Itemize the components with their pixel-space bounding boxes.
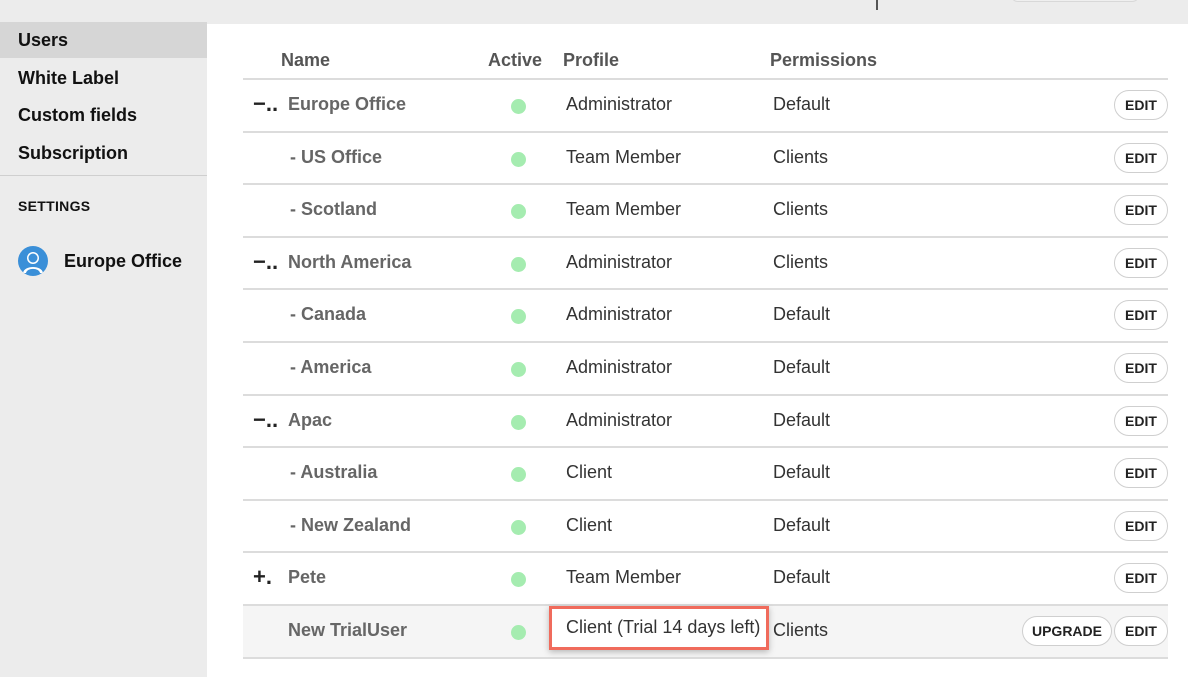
active-status-dot <box>511 151 526 167</box>
table-row: - Australia Client Default EDIT <box>243 448 1168 501</box>
collapse-toggle-icon[interactable]: −.. <box>253 250 278 272</box>
user-name: - New Zealand <box>290 514 412 535</box>
collapse-toggle-icon[interactable]: −.. <box>253 93 278 115</box>
active-status-dot <box>511 519 526 535</box>
sidebar-item-custom-fields[interactable]: Custom fields <box>0 97 207 133</box>
sidebar-item-subscription[interactable]: Subscription <box>0 135 207 171</box>
active-status-dot <box>511 572 526 588</box>
edit-button[interactable]: EDIT <box>1114 195 1168 226</box>
permissions-cell: Clients <box>773 619 829 640</box>
trial-profile-highlight: Client (Trial 14 days left) <box>549 605 769 650</box>
column-header-name[interactable]: Name <box>281 50 330 71</box>
account-name: Europe Office <box>64 250 183 271</box>
column-header-profile[interactable]: Profile <box>563 50 619 71</box>
table-row: −.. North America Administrator Clients … <box>243 238 1168 291</box>
table-row: - US Office Team Member Clients EDIT <box>243 133 1168 186</box>
profile-cell: Administrator <box>566 251 673 272</box>
profile-cell: Client (Trial 14 days left) <box>566 617 761 638</box>
permissions-cell: Default <box>773 462 831 483</box>
sidebar-item-users[interactable]: Users <box>0 22 207 58</box>
edit-button[interactable]: EDIT <box>1114 563 1168 594</box>
main-content: Name Active Profile Permissions −.. Euro… <box>207 24 1188 677</box>
edit-button[interactable]: EDIT <box>1114 405 1168 436</box>
user-name: - Scotland <box>290 199 378 220</box>
users-table: Name Active Profile Permissions −.. Euro… <box>243 44 1168 659</box>
top-button[interactable] <box>1010 0 1140 2</box>
collapse-toggle-icon[interactable]: −.. <box>253 408 278 430</box>
table-row: - Scotland Team Member Clients EDIT <box>243 185 1168 238</box>
user-name: North America <box>288 251 412 272</box>
expand-toggle-icon[interactable]: +. <box>253 566 272 588</box>
table-row: +. Pete Team Member Default EDIT <box>243 553 1168 606</box>
account-switcher[interactable]: Europe Office <box>18 246 182 276</box>
user-name: - US Office <box>290 146 383 167</box>
profile-cell: Administrator <box>566 304 673 325</box>
permissions-cell: Clients <box>773 199 829 220</box>
edit-button[interactable]: EDIT <box>1114 90 1168 120</box>
permissions-cell: Default <box>773 94 831 114</box>
user-avatar-icon <box>18 246 48 276</box>
sidebar: Users White Label Custom fields Subscrip… <box>0 22 207 677</box>
edit-button[interactable]: EDIT <box>1114 247 1168 278</box>
active-status-dot <box>511 467 526 483</box>
active-status-dot <box>511 99 526 114</box>
permissions-cell: Clients <box>773 146 829 167</box>
profile-cell: Administrator <box>566 356 673 377</box>
profile-cell: Administrator <box>566 409 673 430</box>
edit-button[interactable]: EDIT <box>1114 458 1168 489</box>
table-row: New TrialUser Client (Trial 14 days left… <box>243 605 1168 659</box>
user-name: Europe Office <box>288 94 407 114</box>
edit-button[interactable]: EDIT <box>1114 510 1168 541</box>
profile-cell: Administrator <box>566 94 673 114</box>
edit-button[interactable]: EDIT <box>1114 142 1168 173</box>
profile-cell: Team Member <box>566 146 682 167</box>
active-status-dot <box>511 256 526 272</box>
profile-cell: Team Member <box>566 199 682 220</box>
top-bar <box>0 0 1188 24</box>
user-name: - America <box>290 356 372 377</box>
active-status-dot <box>511 624 526 640</box>
table-header: Name Active Profile Permissions <box>243 44 1168 80</box>
active-status-dot <box>511 361 526 377</box>
edit-button[interactable]: EDIT <box>1114 352 1168 383</box>
permissions-cell: Default <box>773 356 831 377</box>
user-name: Apac <box>288 409 333 430</box>
settings-heading: SETTINGS <box>18 198 91 214</box>
active-status-dot <box>511 309 526 325</box>
sidebar-divider <box>0 175 207 176</box>
permissions-cell: Default <box>773 409 831 430</box>
edit-button[interactable]: EDIT <box>1114 615 1168 646</box>
table-row: - Canada Administrator Default EDIT <box>243 290 1168 343</box>
permissions-cell: Default <box>773 304 831 325</box>
permissions-cell: Clients <box>773 251 829 272</box>
edit-button[interactable]: EDIT <box>1114 300 1168 331</box>
upgrade-button[interactable]: UPGRADE <box>1022 615 1112 646</box>
user-name: - Canada <box>290 304 367 325</box>
table-row: −.. Apac Administrator Default EDIT <box>243 396 1168 449</box>
profile-cell: Client <box>566 514 613 535</box>
permissions-cell: Default <box>773 514 831 535</box>
top-divider <box>876 0 878 10</box>
user-name: Pete <box>288 567 327 588</box>
column-header-active[interactable]: Active <box>488 50 542 71</box>
sidebar-item-white-label[interactable]: White Label <box>0 60 207 96</box>
user-name: - Australia <box>290 462 378 483</box>
table-row: −.. Europe Office Administrator Default … <box>243 80 1168 133</box>
table-row: - America Administrator Default EDIT <box>243 343 1168 396</box>
active-status-dot <box>511 414 526 430</box>
profile-cell: Team Member <box>566 567 682 588</box>
permissions-cell: Default <box>773 567 831 588</box>
table-row: - New Zealand Client Default EDIT <box>243 501 1168 554</box>
user-name: New TrialUser <box>288 619 408 640</box>
profile-cell: Client <box>566 462 613 483</box>
column-header-permissions[interactable]: Permissions <box>770 50 877 71</box>
active-status-dot <box>511 204 526 220</box>
